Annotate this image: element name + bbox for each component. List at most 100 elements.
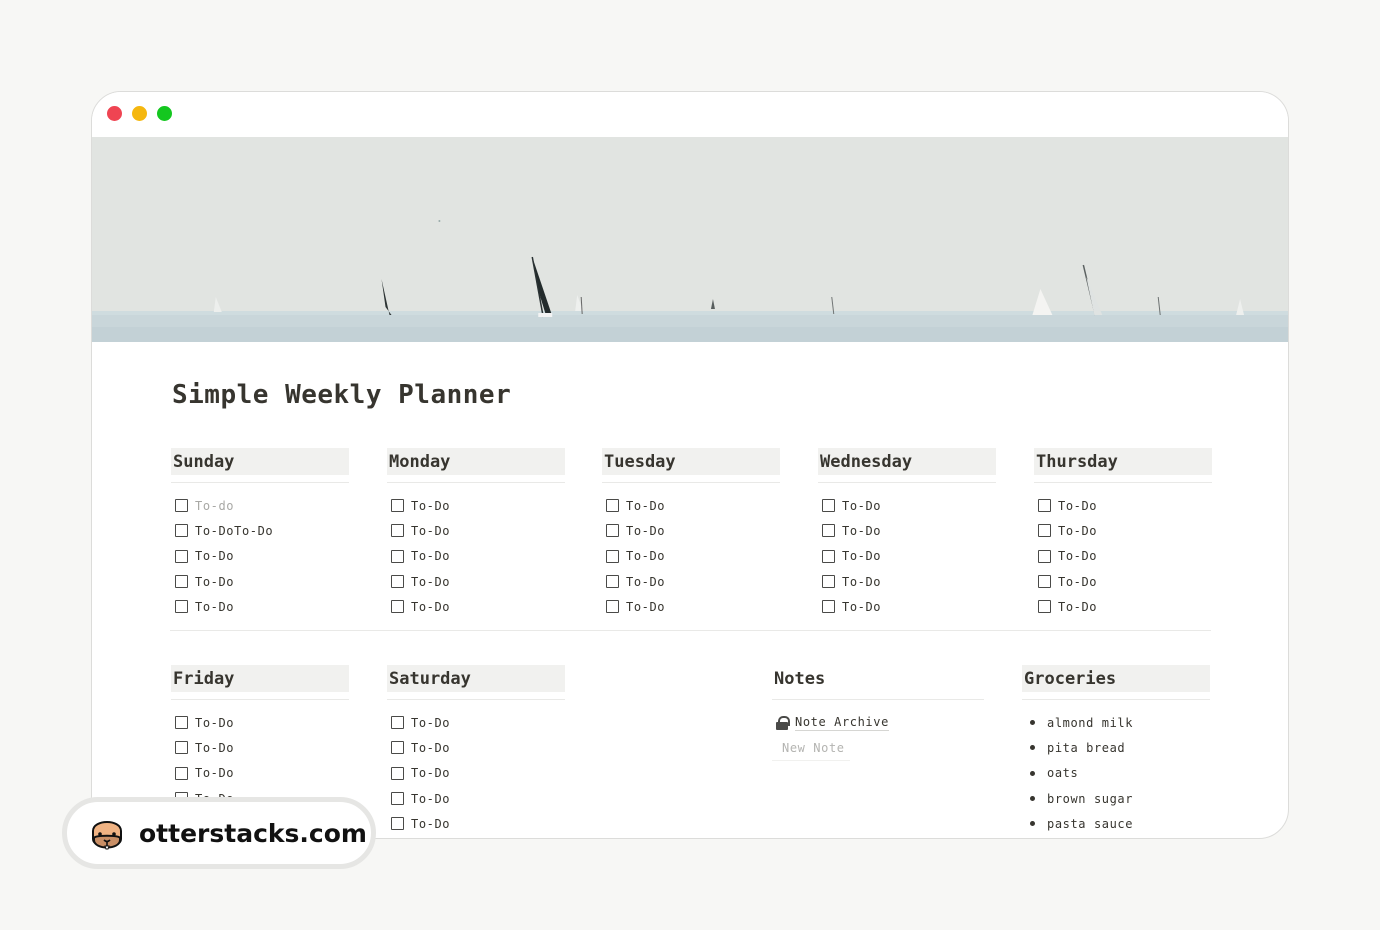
day-column-friday: Friday To-Do To-Do To-Do To-Do: [171, 665, 349, 811]
todo-item[interactable]: To-Do: [818, 518, 996, 543]
todo-item[interactable]: To-Do: [387, 786, 565, 811]
todo-item[interactable]: To-Do: [602, 518, 780, 543]
todo-item[interactable]: To-Do: [387, 544, 565, 569]
todo-item[interactable]: To-Do: [602, 493, 780, 518]
todo-item[interactable]: To-Do: [171, 761, 349, 786]
todo-item[interactable]: To-Do: [387, 710, 565, 735]
todo-item[interactable]: To-Do: [1034, 569, 1212, 594]
todo-item[interactable]: To-Do: [818, 569, 996, 594]
todo-item[interactable]: To-Do: [602, 569, 780, 594]
todo-item[interactable]: To-Do: [171, 735, 349, 760]
checkbox[interactable]: [1038, 575, 1051, 589]
checkbox[interactable]: [822, 524, 835, 538]
notes-heading: Notes: [772, 665, 984, 693]
todo-item[interactable]: To-Do: [171, 594, 349, 619]
checkbox[interactable]: [175, 499, 188, 513]
day-heading: Friday: [171, 665, 349, 693]
checkbox[interactable]: [606, 575, 619, 589]
todo-item[interactable]: To-Do: [171, 544, 349, 569]
note-archive-link[interactable]: Note Archive: [772, 710, 984, 735]
checkbox[interactable]: [391, 524, 404, 538]
checkbox[interactable]: [1038, 524, 1051, 538]
divider: [772, 699, 984, 700]
checkbox[interactable]: [391, 817, 404, 831]
day-heading: Monday: [387, 448, 565, 476]
checkbox[interactable]: [175, 741, 188, 755]
grocery-item: pasta sauce: [1022, 811, 1210, 836]
todo-item[interactable]: To-Do: [602, 594, 780, 619]
checkbox[interactable]: [1038, 499, 1051, 513]
checkbox[interactable]: [606, 524, 619, 538]
checkbox[interactable]: [175, 600, 188, 614]
day-heading: Saturday: [387, 665, 565, 693]
grocery-item: oats: [1022, 761, 1210, 786]
checkbox[interactable]: [391, 716, 404, 730]
todo-item[interactable]: To-Do: [1034, 594, 1212, 619]
todo-item[interactable]: To-Do: [387, 493, 565, 518]
checkbox[interactable]: [822, 549, 835, 563]
day-heading: Wednesday: [818, 448, 996, 476]
todo-item[interactable]: To-Do: [387, 569, 565, 594]
grocery-item: pita bread: [1022, 735, 1210, 760]
todo-item[interactable]: To-Do: [387, 811, 565, 836]
bullet-icon: [1030, 796, 1035, 802]
checkbox[interactable]: [391, 499, 404, 513]
checkbox[interactable]: [391, 575, 404, 589]
divider: [387, 482, 565, 483]
checkbox[interactable]: [606, 600, 619, 614]
checkbox[interactable]: [175, 716, 188, 730]
cover-image: [92, 137, 1288, 342]
checkbox[interactable]: [822, 600, 835, 614]
notes-section: Notes Note Archive New Note: [772, 665, 984, 761]
todo-item[interactable]: To-Do: [818, 493, 996, 518]
checkbox[interactable]: [391, 549, 404, 563]
todo-item[interactable]: To-Do: [1034, 493, 1212, 518]
divider: [1022, 699, 1210, 700]
checkbox[interactable]: [175, 549, 188, 563]
grocery-item: brown sugar: [1022, 786, 1210, 811]
day-heading: Sunday: [171, 448, 349, 476]
app-window: Simple Weekly Planner Sunday To-do To-Do…: [91, 91, 1289, 839]
checkbox[interactable]: [1038, 600, 1051, 614]
todo-item[interactable]: To-Do: [1034, 518, 1212, 543]
otter-logo-icon: [92, 821, 122, 850]
checkbox[interactable]: [822, 499, 835, 513]
bullet-icon: [1030, 821, 1035, 827]
checkbox[interactable]: [391, 792, 404, 806]
checkbox[interactable]: [175, 524, 188, 538]
day-column-monday: Monday To-Do To-Do To-Do To-Do To-Do: [387, 448, 565, 619]
day-column-tuesday: Tuesday To-Do To-Do To-Do To-Do To-Do: [602, 448, 780, 619]
checkbox[interactable]: [391, 741, 404, 755]
checkbox[interactable]: [606, 499, 619, 513]
todo-item[interactable]: To-DoTo-Do: [171, 518, 349, 543]
todo-item[interactable]: To-Do: [387, 761, 565, 786]
divider: [387, 699, 565, 700]
todo-item[interactable]: To-do: [171, 493, 349, 518]
checkbox[interactable]: [175, 766, 188, 780]
new-note-button[interactable]: New Note: [772, 735, 850, 761]
todo-item[interactable]: To-Do: [387, 518, 565, 543]
title-bar: [92, 92, 1288, 137]
groceries-section: Groceries almond milk pita bread oats br…: [1022, 665, 1210, 836]
checkbox[interactable]: [391, 766, 404, 780]
todo-item[interactable]: To-Do: [387, 735, 565, 760]
todo-item[interactable]: To-Do: [387, 594, 565, 619]
todo-item[interactable]: To-Do: [818, 544, 996, 569]
minimize-button[interactable]: [132, 106, 147, 121]
todo-item[interactable]: To-Do: [171, 710, 349, 735]
day-column-saturday: Saturday To-Do To-Do To-Do To-Do To-Do: [387, 665, 565, 836]
checkbox[interactable]: [1038, 549, 1051, 563]
divider: [1034, 482, 1212, 483]
checkbox[interactable]: [175, 575, 188, 589]
maximize-button[interactable]: [157, 106, 172, 121]
todo-item[interactable]: To-Do: [171, 569, 349, 594]
checkbox[interactable]: [391, 600, 404, 614]
section-divider: [170, 630, 1211, 631]
todo-item[interactable]: To-Do: [602, 544, 780, 569]
bullet-icon: [1030, 720, 1035, 726]
todo-item[interactable]: To-Do: [1034, 544, 1212, 569]
checkbox[interactable]: [606, 549, 619, 563]
close-button[interactable]: [107, 106, 122, 121]
todo-item[interactable]: To-Do: [818, 594, 996, 619]
checkbox[interactable]: [822, 575, 835, 589]
